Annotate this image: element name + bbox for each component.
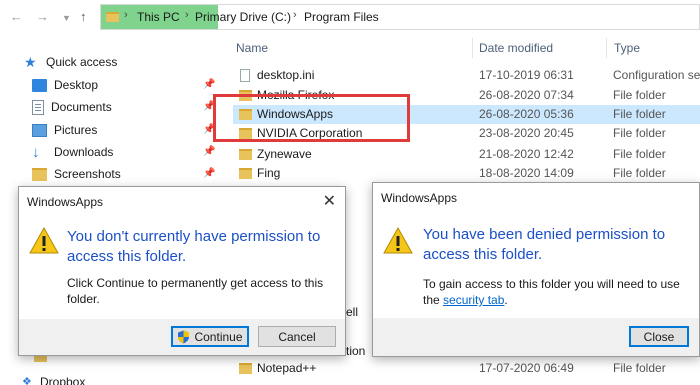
desktop-icon: [32, 78, 47, 92]
folder-icon: [32, 167, 47, 181]
breadcrumb-separator: ›: [185, 9, 189, 21]
column-header-type[interactable]: Type: [614, 41, 640, 55]
file-row[interactable]: Fing 18-08-2020 14:09 File folder: [233, 164, 700, 183]
file-icon: [240, 69, 250, 82]
breadcrumb-separator: ›: [124, 9, 128, 21]
continue-button-label: Continue: [194, 329, 243, 344]
dialog-heading: You have been denied permission to acces…: [423, 226, 666, 263]
file-type: File folder: [613, 88, 666, 102]
column-header-date[interactable]: Date modified: [479, 41, 553, 55]
sidebar-item-downloads[interactable]: ↓ Downloads: [32, 142, 113, 162]
file-type: File folder: [613, 147, 666, 161]
sidebar-item-documents[interactable]: Documents: [32, 97, 112, 117]
file-date: 17-10-2019 06:31: [479, 68, 574, 82]
file-type: File folder: [613, 361, 666, 375]
sidebar-item-label: Quick access: [46, 55, 118, 69]
column-divider[interactable]: [472, 38, 473, 58]
file-date: 26-08-2020 07:34: [479, 88, 574, 102]
shield-icon: [178, 330, 190, 343]
sidebar-item-desktop[interactable]: Desktop: [32, 75, 98, 95]
sidebar-item-label: Screenshots: [54, 167, 121, 181]
pin-icon[interactable]: 📌: [203, 168, 215, 179]
sidebar-item-label[interactable]: Dropbox: [40, 375, 85, 385]
sidebar-item-screenshots[interactable]: Screenshots: [32, 164, 121, 184]
file-name: Zynewave: [257, 147, 312, 161]
file-date: 17-07-2020 06:49: [479, 361, 574, 375]
sidebar-item-label: Desktop: [54, 78, 99, 92]
continue-button[interactable]: Continue: [171, 326, 249, 347]
dialog-body-text: To gain access to this folder you will n…: [423, 276, 698, 308]
close-icon[interactable]: ✕: [323, 191, 336, 211]
file-type: File folder: [613, 166, 666, 180]
back-arrow-icon[interactable]: ←: [10, 9, 23, 24]
warning-icon: [29, 227, 61, 255]
cancel-button-label: Cancel: [278, 329, 316, 344]
breadcrumb-this-pc[interactable]: This PC: [137, 10, 180, 24]
file-name: Fing: [257, 166, 281, 180]
column-header-name[interactable]: Name: [236, 41, 268, 55]
file-type: File folder: [613, 126, 666, 140]
dialog-body-text: Click Continue to permanently get access…: [67, 276, 324, 306]
warning-icon: [383, 227, 415, 255]
folder-icon: [239, 149, 252, 160]
denied-dialog: WindowsApps You have been denied permiss…: [372, 182, 700, 357]
star-icon: ★: [24, 54, 37, 70]
file-name: Notepad++: [257, 361, 317, 375]
sidebar-item-quick-access[interactable]: ★ Quick access: [24, 52, 117, 72]
documents-icon: [32, 99, 44, 115]
breadcrumb-primary-drive[interactable]: Primary Drive (C:): [195, 10, 291, 24]
breadcrumb-separator: ›: [293, 9, 297, 21]
close-button[interactable]: Close: [629, 326, 689, 347]
file-row[interactable]: Notepad++ 17-07-2020 06:49 File folder: [233, 359, 700, 378]
file-row[interactable]: Zynewave 21-08-2020 12:42 File folder: [233, 145, 700, 164]
file-date: 26-08-2020 05:36: [479, 107, 574, 121]
dropbox-icon: ❖: [22, 376, 32, 385]
address-row: ← → ▼ ↑ › This PC › Primary Drive (C:) ›…: [0, 0, 700, 34]
pictures-icon: [32, 123, 47, 137]
download-icon: ↓: [32, 143, 40, 161]
cancel-button[interactable]: Cancel: [258, 326, 336, 347]
pin-icon[interactable]: 📌: [203, 79, 215, 90]
permission-dialog: WindowsApps ✕ You don't currently have p…: [18, 186, 346, 356]
annotation-highlight-box: [213, 94, 410, 142]
folder-icon: [239, 363, 252, 374]
address-bar[interactable]: › This PC › Primary Drive (C:) › Program…: [100, 4, 700, 30]
file-name: desktop.ini: [257, 68, 315, 82]
dialog-footer: Close: [373, 318, 699, 356]
recent-locations-chevron-icon[interactable]: ▼: [62, 13, 71, 23]
file-date: 23-08-2020 20:45: [479, 126, 574, 140]
column-divider[interactable]: [606, 38, 607, 58]
file-row[interactable]: desktop.ini 17-10-2019 06:31 Configurati…: [233, 66, 700, 85]
file-date: 21-08-2020 12:42: [479, 147, 574, 161]
sidebar-item-label: Documents: [51, 100, 112, 114]
breadcrumb-program-files[interactable]: Program Files: [304, 10, 379, 24]
dialog-title: WindowsApps: [27, 195, 104, 209]
dialog-heading: You don't currently have permission to a…: [67, 228, 321, 265]
dialog-title: WindowsApps: [381, 191, 458, 205]
forward-arrow-icon[interactable]: →: [36, 9, 49, 24]
file-name-partial: tion: [346, 344, 366, 358]
folder-icon: [106, 12, 119, 22]
security-tab-link[interactable]: security tab: [443, 293, 504, 307]
pin-icon[interactable]: 📌: [203, 146, 215, 157]
sidebar-item-pictures[interactable]: Pictures: [32, 120, 97, 140]
file-type: Configuration set: [613, 68, 700, 82]
file-date: 18-08-2020 14:09: [479, 166, 574, 180]
close-button-label: Close: [643, 329, 675, 344]
sidebar-item-label: Pictures: [54, 123, 98, 137]
file-name-partial: ell: [346, 305, 359, 319]
file-type: File folder: [613, 107, 666, 121]
dialog-body-text-suffix: .: [504, 293, 508, 307]
sidebar-item-label: Downloads: [54, 145, 114, 159]
folder-icon: [239, 168, 252, 179]
up-arrow-icon[interactable]: ↑: [80, 9, 87, 24]
dialog-footer: Continue Cancel: [19, 319, 345, 355]
